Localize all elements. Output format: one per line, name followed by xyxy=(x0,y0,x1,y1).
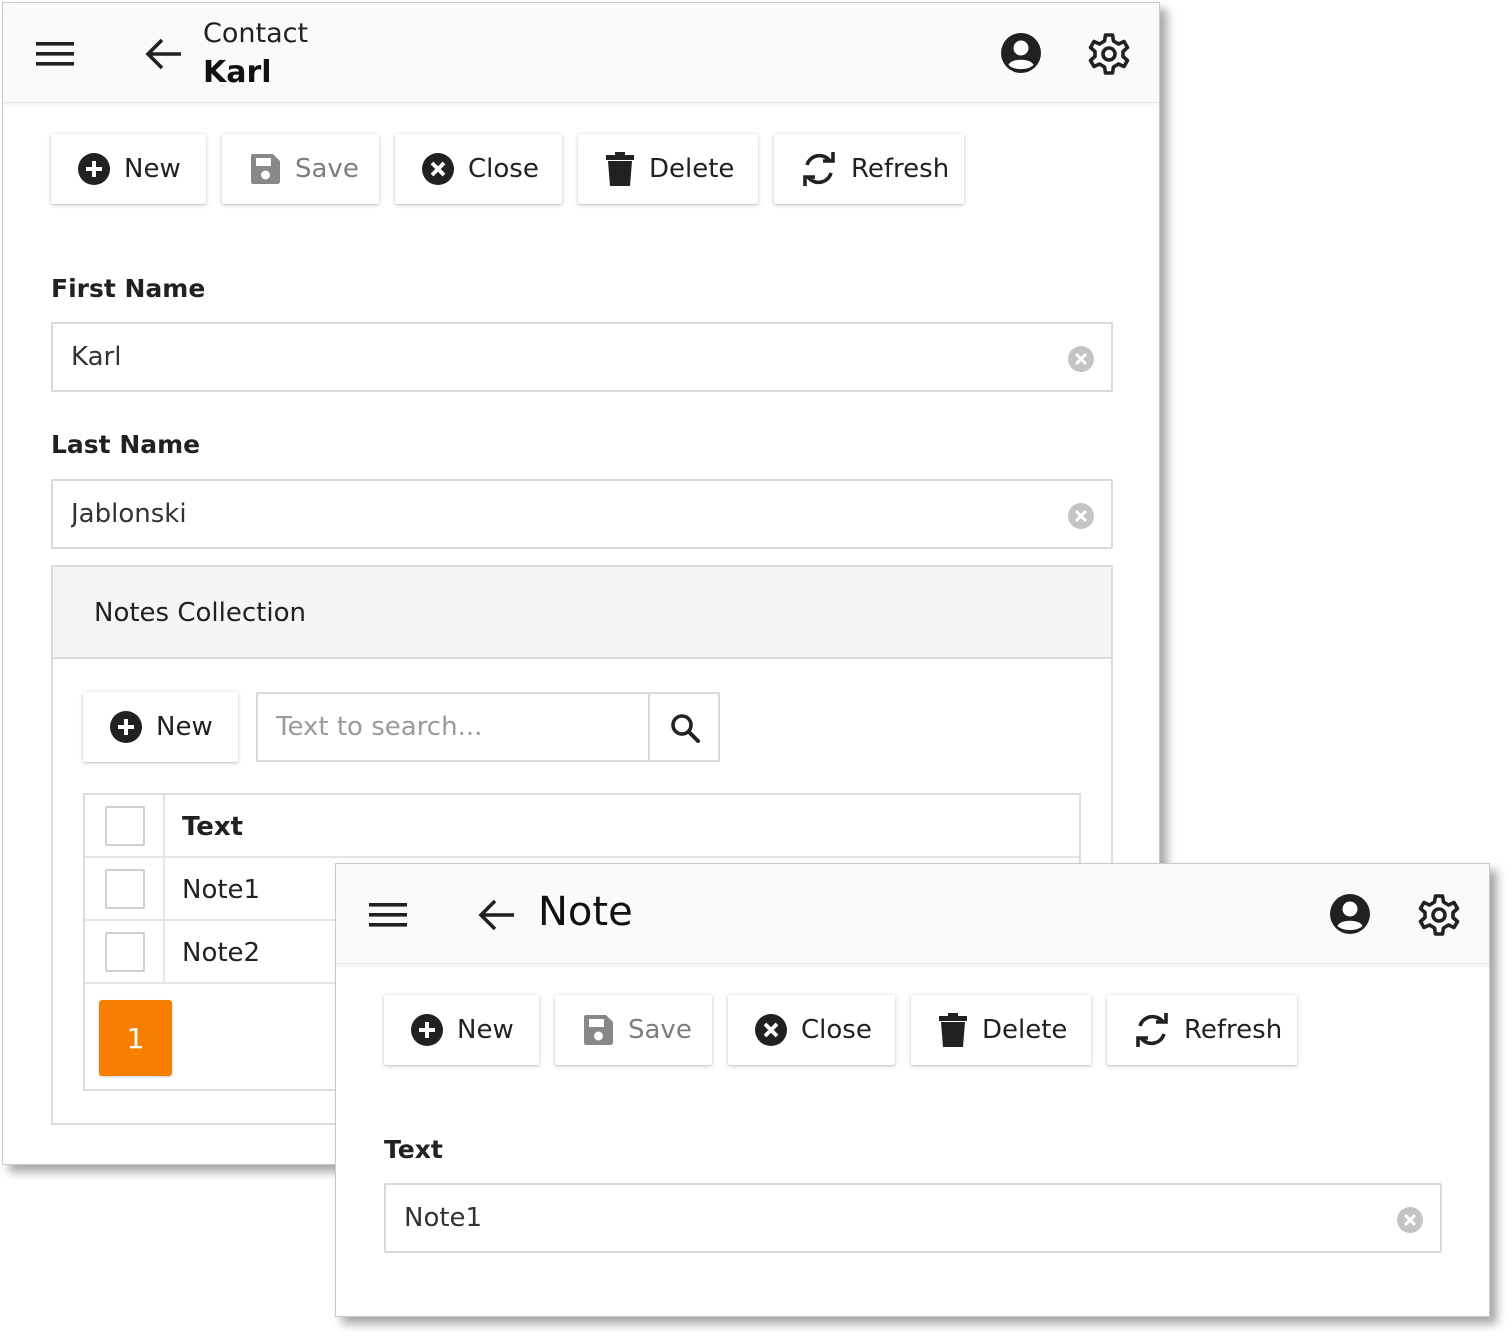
text-label: Text xyxy=(384,1135,443,1164)
close-button-label: Close xyxy=(801,1015,872,1045)
notes-search-box xyxy=(256,692,720,762)
row-select-cell xyxy=(85,921,165,982)
last-name-field xyxy=(51,479,1113,549)
row-text-cell: Note1 xyxy=(182,875,261,905)
notes-collection-header: Notes Collection xyxy=(53,567,1111,659)
notes-search-button[interactable] xyxy=(648,694,718,760)
column-header-text: Text xyxy=(182,812,244,842)
save-button[interactable]: Save xyxy=(222,134,379,204)
clear-icon[interactable] xyxy=(1067,345,1095,373)
floppy-disk-icon xyxy=(251,154,280,184)
hamburger-menu-icon[interactable] xyxy=(36,39,74,69)
page-title: Note xyxy=(538,889,633,935)
settings-gear-icon[interactable] xyxy=(1417,893,1461,937)
notes-new-button-label: New xyxy=(156,712,213,742)
top-app-bar: Note xyxy=(336,864,1489,964)
new-button-label: New xyxy=(457,1015,514,1045)
close-circle-icon xyxy=(755,1014,787,1046)
delete-button-label: Delete xyxy=(649,154,735,184)
page-subtitle: Contact xyxy=(203,18,309,49)
pager-page-button[interactable]: 1 xyxy=(99,1000,172,1076)
text-input[interactable] xyxy=(404,1185,1300,1251)
refresh-button-label: Refresh xyxy=(1184,1015,1283,1045)
notes-new-button[interactable]: New xyxy=(83,692,238,762)
row-text-cell: Note2 xyxy=(182,938,261,968)
trash-icon xyxy=(939,1013,967,1047)
settings-gear-icon[interactable] xyxy=(1087,32,1131,76)
first-name-field xyxy=(51,322,1113,392)
save-button[interactable]: Save xyxy=(555,995,712,1065)
text-field xyxy=(384,1183,1442,1253)
last-name-input[interactable] xyxy=(71,481,971,547)
refresh-button[interactable]: Refresh xyxy=(774,134,964,204)
plus-circle-icon xyxy=(78,153,110,185)
select-all-cell xyxy=(85,795,165,856)
clear-icon[interactable] xyxy=(1067,502,1095,530)
refresh-button-label: Refresh xyxy=(851,154,950,184)
floppy-disk-icon xyxy=(584,1015,613,1045)
new-button[interactable]: New xyxy=(384,995,539,1065)
notes-collection-title: Notes Collection xyxy=(94,598,306,628)
select-all-checkbox[interactable] xyxy=(105,806,145,846)
refresh-icon xyxy=(803,152,835,186)
trash-icon xyxy=(606,152,634,186)
close-button[interactable]: Close xyxy=(395,134,562,204)
delete-button[interactable]: Delete xyxy=(911,995,1091,1065)
hamburger-menu-icon[interactable] xyxy=(369,900,407,930)
page-title: Karl xyxy=(203,55,272,90)
save-button-label: Save xyxy=(628,1015,692,1045)
close-circle-icon xyxy=(422,153,454,185)
row-select-cell xyxy=(85,858,165,919)
plus-circle-icon xyxy=(110,711,142,743)
back-arrow-icon[interactable] xyxy=(476,897,516,933)
close-button[interactable]: Close xyxy=(728,995,895,1065)
refresh-icon xyxy=(1136,1013,1168,1047)
user-account-icon[interactable] xyxy=(1000,32,1042,74)
delete-button[interactable]: Delete xyxy=(578,134,758,204)
close-button-label: Close xyxy=(468,154,539,184)
search-icon xyxy=(671,714,700,743)
last-name-label: Last Name xyxy=(51,430,201,459)
first-name-label: First Name xyxy=(51,274,206,303)
top-app-bar: Contact Karl xyxy=(3,3,1159,103)
row-checkbox[interactable] xyxy=(105,932,145,972)
save-button-label: Save xyxy=(295,154,359,184)
user-account-icon[interactable] xyxy=(1329,893,1371,935)
delete-button-label: Delete xyxy=(982,1015,1068,1045)
notes-search-input[interactable] xyxy=(276,694,636,760)
row-checkbox[interactable] xyxy=(105,869,145,909)
first-name-input[interactable] xyxy=(71,324,971,390)
new-button[interactable]: New xyxy=(51,134,206,204)
clear-icon[interactable] xyxy=(1396,1206,1424,1234)
refresh-button[interactable]: Refresh xyxy=(1107,995,1297,1065)
plus-circle-icon xyxy=(411,1014,443,1046)
grid-header-row: Text xyxy=(85,795,1079,858)
back-arrow-icon[interactable] xyxy=(143,36,183,72)
note-detail-window: Note New Save Close Delete Refresh Text xyxy=(335,863,1490,1317)
new-button-label: New xyxy=(124,154,181,184)
